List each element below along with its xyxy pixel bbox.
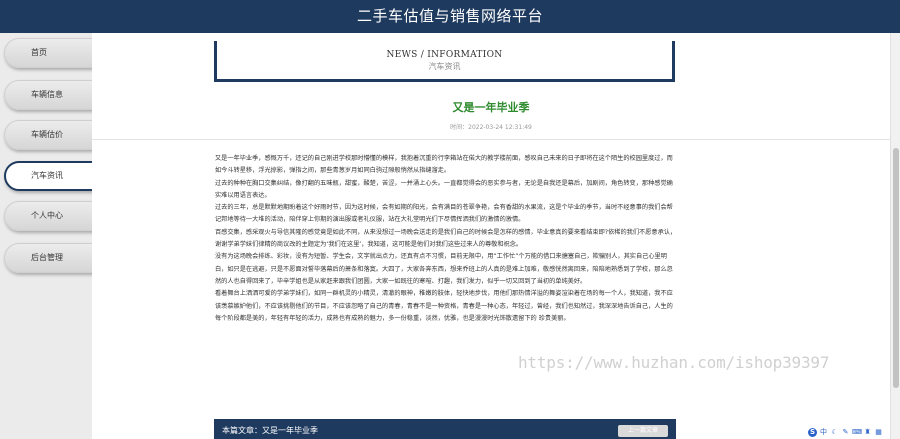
sidebar-item-label: 后台管理: [31, 253, 63, 262]
watermark-text: https://www.huzhan.com/ishop39397: [518, 353, 830, 372]
sidebar-item-label: 车辆信息: [31, 90, 63, 99]
app-title: 二手车估值与销售网络平台: [356, 7, 543, 25]
sidebar-item-label: 首页: [31, 48, 47, 57]
article-time: 时间：2022-03-24 12:31:49: [450, 124, 532, 131]
page-scrollbar[interactable]: [890, 33, 900, 439]
article-paragraph: 百感交集，感采观火与导信其隆的感觉竟是如此不同，从来没想过一场晚会送走的是我们自…: [215, 228, 677, 249]
pen-icon[interactable]: ✎: [841, 428, 850, 437]
header-divider: [92, 139, 890, 140]
article-header: NEWS / INFORMATION 汽车资讯 又是一年毕业季 时间：2022-…: [92, 33, 890, 139]
sidebar-item-label: 车辆估价: [31, 130, 63, 139]
article-paragraph: 过去的三年，总是默默地期盼着这个好雨时节，因为这时候，会有如期的阳光，会有满目的…: [215, 204, 673, 224]
sidebar: 首页 车辆信息 车辆估价 汽车资讯 个人中心 后台管理: [0, 33, 110, 439]
article-title: 又是一年毕业季: [452, 101, 530, 114]
current-article-label: 本篇文章：又是一年毕业季: [222, 426, 318, 435]
section-title-en: NEWS / INFORMATION: [386, 50, 503, 60]
previous-article-button[interactable]: 上一篇文章: [618, 425, 668, 437]
moon-icon[interactable]: ☾: [830, 428, 839, 437]
article-body: 又是一年毕业季，感慨万千，还记的自己刚进学校那时懵懂的模样，我抱着沉重的行李箱站…: [215, 153, 677, 325]
article-paragraph: 又是一年毕业季，感慨万千，还记的自己刚进学校那时懵懂的模样，我抱着沉重的行李箱站…: [215, 155, 673, 175]
main-content: NEWS / INFORMATION 汽车资讯 又是一年毕业季 时间：2022-…: [92, 33, 890, 439]
section-heading-box: NEWS / INFORMATION 汽车资讯: [214, 41, 675, 82]
ime-toolbar: S 中 ☾ ✎ ⌨ ♜ ▦: [808, 427, 883, 437]
article-paragraph: 看着舞台上洒洒可爱的学弟学妹们，如同一群机灵的小精灵，清澈的眼神，稚嫩的肢体，轻…: [215, 290, 673, 322]
article-nav-bar: 本篇文章：又是一年毕业季 上一篇文章: [214, 419, 676, 439]
section-title-cn: 汽车资讯: [428, 62, 461, 71]
sidebar-item-label: 个人中心: [31, 211, 63, 220]
sidebar-item-label: 汽车资讯: [31, 171, 63, 180]
app-title-bar: 二手车估值与销售网络平台: [0, 0, 900, 33]
keyboard-icon[interactable]: ⌨: [852, 428, 862, 437]
article-paragraph: 过去的种种在胸口交集纠结，像打翻的五味瓶，甜蜜，酸楚，苦涩，一并涌上心头。一直都…: [215, 179, 673, 199]
article-paragraph: 没有为这场晚会排练、彩妆，没有为短暂、学生会，文字就出点力，还真有点不习惯，目前…: [215, 253, 673, 285]
scrollbar-thumb[interactable]: [893, 148, 899, 388]
grid-icon[interactable]: ▦: [874, 428, 883, 437]
shirt-icon[interactable]: ♜: [863, 428, 872, 437]
s-logo-icon[interactable]: S: [808, 427, 817, 437]
chinese-input-icon[interactable]: 中: [819, 428, 828, 437]
